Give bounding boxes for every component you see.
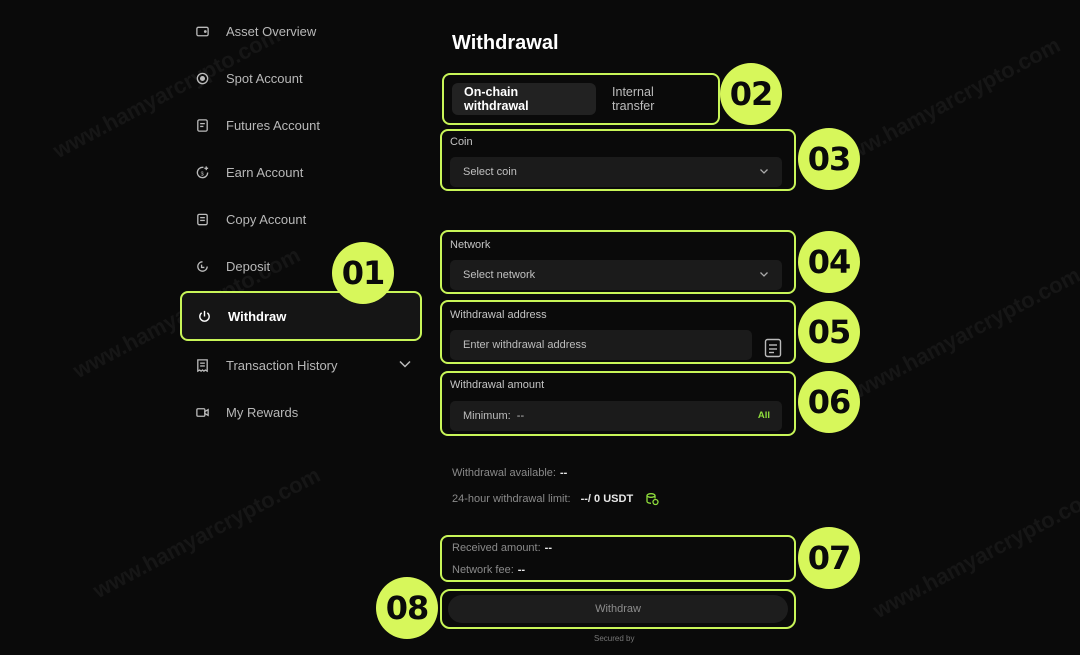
badge-07: 07 [798, 527, 860, 589]
copy-icon [194, 212, 210, 228]
watermark: www.hamyarcrypto.com [88, 462, 325, 604]
coin-plus-icon: $ [194, 165, 210, 181]
coin-select[interactable]: Select coin [450, 157, 782, 187]
coins-icon[interactable] [645, 492, 659, 506]
received-amount: Received amount: -- [452, 542, 552, 554]
address-book-icon[interactable] [764, 338, 782, 358]
video-icon [194, 405, 210, 421]
badge-06: 06 [798, 371, 860, 433]
sidebar-item-earn-account[interactable]: $ Earn Account [180, 149, 422, 196]
sidebar-item-spot-account[interactable]: Spot Account [180, 55, 422, 102]
badge-03: 03 [798, 128, 860, 190]
wallet-icon [194, 24, 210, 40]
document-icon [194, 118, 210, 134]
deposit-icon [194, 259, 210, 275]
withdrawal-address-input[interactable] [463, 339, 739, 351]
badge-01: 01 [332, 242, 394, 304]
withdrawal-amount-input[interactable] [463, 410, 769, 422]
withdrawal-available: Withdrawal available: -- [452, 467, 567, 479]
receipt-icon [194, 358, 210, 374]
badge-04: 04 [798, 231, 860, 293]
received-amount-value: -- [544, 542, 552, 554]
sidebar-item-label: Spot Account [226, 71, 303, 86]
withdrawal-available-value: -- [559, 467, 568, 479]
chevron-down-icon[interactable] [398, 357, 412, 374]
sidebar-item-label: Earn Account [226, 165, 304, 180]
sidebar-item-label: Futures Account [226, 118, 320, 133]
withdrawal-limit-value: --/ 0 USDT [580, 493, 634, 505]
sidebar-item-withdraw[interactable]: Withdraw [180, 291, 422, 341]
network-select[interactable]: Select network [450, 260, 782, 290]
tab-internal-transfer[interactable]: Internal transfer [600, 83, 710, 115]
withdraw-button[interactable]: Withdraw [448, 595, 788, 623]
sidebar: Asset Overview Spot Account Futures Acco… [180, 8, 422, 436]
withdrawal-limit-label: 24-hour withdrawal limit: [452, 493, 571, 505]
coin-select-value: Select coin [463, 166, 517, 178]
chevron-down-icon [758, 165, 770, 180]
sidebar-item-futures-account[interactable]: Futures Account [180, 102, 422, 149]
watermark: www.hamyarcrypto.com [868, 482, 1080, 624]
sidebar-item-label: Deposit [226, 259, 271, 274]
address-input-wrapper [450, 330, 752, 360]
network-fee-label: Network fee: [452, 564, 514, 576]
network-fee: Network fee: -- [452, 564, 525, 576]
badge-02: 02 [720, 63, 782, 125]
address-section: Withdrawal address [440, 300, 796, 364]
target-icon [194, 71, 210, 87]
network-select-value: Select network [463, 269, 536, 281]
amount-label: Withdrawal amount [450, 379, 545, 391]
coin-label: Coin [450, 136, 473, 148]
network-section: Network Select network [440, 230, 796, 294]
secured-by-text: Secured by [594, 634, 635, 643]
received-amount-label: Received amount: [452, 542, 541, 554]
withdraw-type-tabs: On-chain withdrawal Internal transfer [442, 73, 720, 125]
amount-input-wrapper: All [450, 401, 782, 431]
watermark: www.hamyarcrypto.com [848, 262, 1080, 404]
sidebar-item-label: Copy Account [226, 212, 307, 227]
chevron-down-icon [758, 268, 770, 283]
withdraw-icon [196, 308, 212, 324]
network-fee-value: -- [517, 564, 526, 576]
withdraw-button-section: Withdraw [440, 589, 796, 629]
coin-section: Coin Select coin [440, 129, 796, 191]
address-label: Withdrawal address [450, 309, 547, 321]
sidebar-item-label: My Rewards [226, 405, 299, 420]
summary-section: Received amount: -- Network fee: -- [440, 535, 796, 582]
page-title: Withdrawal [452, 32, 559, 54]
sidebar-item-my-rewards[interactable]: My Rewards [180, 389, 422, 436]
sidebar-item-copy-account[interactable]: Copy Account [180, 196, 422, 243]
sidebar-item-label: Transaction History [226, 358, 338, 373]
badge-05: 05 [798, 301, 860, 363]
watermark: www.hamyarcrypto.com [828, 32, 1065, 174]
svg-text:$: $ [200, 171, 204, 177]
sidebar-item-label: Asset Overview [226, 24, 317, 39]
withdrawal-limit: 24-hour withdrawal limit: --/ 0 USDT [452, 492, 659, 506]
sidebar-item-asset-overview[interactable]: Asset Overview [180, 8, 422, 55]
amount-section: Withdrawal amount All [440, 371, 796, 436]
badge-08: 08 [376, 577, 438, 639]
network-label: Network [450, 239, 491, 251]
all-button[interactable]: All [758, 410, 770, 421]
tab-on-chain-withdrawal[interactable]: On-chain withdrawal [452, 83, 597, 115]
withdrawal-available-label: Withdrawal available: [452, 467, 556, 479]
sidebar-item-transaction-history[interactable]: Transaction History [180, 342, 422, 389]
sidebar-item-label: Withdraw [228, 308, 287, 324]
